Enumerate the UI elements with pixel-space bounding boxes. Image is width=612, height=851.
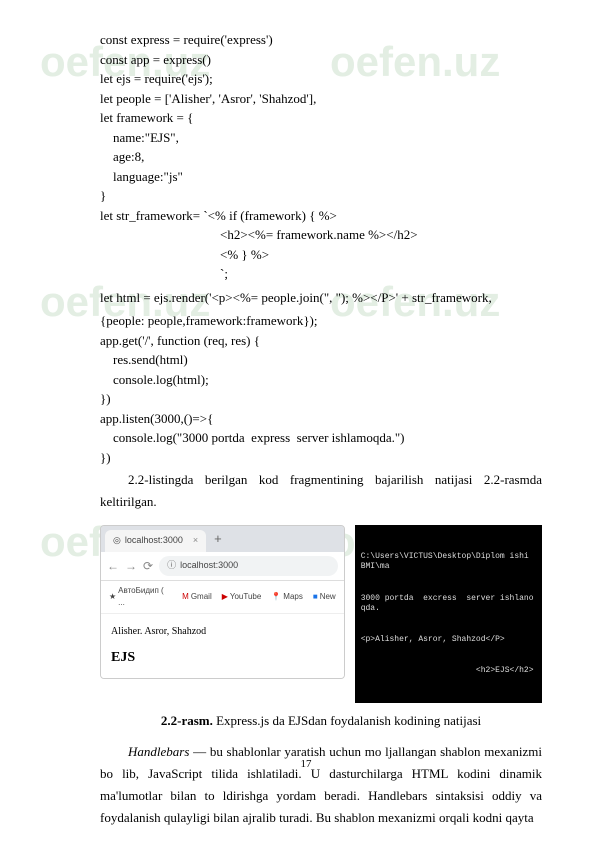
code-line: let framework = {	[100, 108, 542, 128]
code-line: <h2><%= framework.name %></h2>	[100, 225, 542, 245]
paragraph: 2.2-listingda berilgan kod fragmentining…	[100, 469, 542, 513]
url-text: localhost:3000	[180, 559, 238, 573]
bookmark-item: ■New	[313, 585, 336, 609]
browser-screenshot: ◎ localhost:3000 × + ← → ⟳ ⓘ localhost:3…	[100, 525, 345, 679]
page-heading: EJS	[111, 647, 334, 668]
code-line: {people: people,framework:framework});	[100, 311, 542, 331]
figure-caption: 2.2-rasm. Express.js da EJSdan foydalani…	[100, 711, 542, 731]
terminal-line: 3000 portda excress server ishlanoqda.	[361, 594, 536, 615]
code-line: const app = express()	[100, 50, 542, 70]
code-line: let html = ejs.render('<p><%= people.joi…	[100, 288, 542, 308]
code-line: })	[100, 448, 542, 468]
page-content: const express = require('express') const…	[0, 0, 612, 851]
bookmark-item: MGmail	[182, 585, 212, 609]
tab-title: localhost:3000	[125, 534, 183, 548]
code-line: const express = require('express')	[100, 30, 542, 50]
bookmark-item: ▶YouTube	[222, 585, 262, 609]
code-line: `;	[100, 264, 542, 284]
back-icon: ←	[107, 557, 119, 575]
code-line: let ejs = require('ejs');	[100, 69, 542, 89]
code-line: res.send(html)	[100, 350, 542, 370]
browser-page-body: Alisher. Asror, Shahzod EJS	[101, 614, 344, 678]
code-line: age:8,	[100, 147, 542, 167]
code-line: <% } %>	[100, 245, 542, 265]
code-line: }	[100, 186, 542, 206]
close-icon: ×	[193, 534, 198, 548]
code-line: console.log(html);	[100, 370, 542, 390]
terminal-line: <h2>EJS</h2>	[361, 666, 536, 676]
info-icon: ⓘ	[167, 559, 176, 573]
browser-url-bar: ← → ⟳ ⓘ localhost:3000	[101, 552, 344, 581]
bookmark-item: 📍Maps	[271, 585, 303, 609]
new-tab-icon: +	[214, 529, 222, 549]
tab-favicon: ◎	[113, 534, 121, 548]
bookmark-item: ★AвтоБидип ( ...	[109, 585, 172, 609]
terminal-line: <p>Alisher, Asror, Shahzod</P>	[361, 635, 536, 645]
terminal-line: C:\Users\VICTUS\Desktop\Diplom ishi BMI\…	[361, 552, 536, 573]
code-line: name:"EJS",	[100, 128, 542, 148]
code-line: let str_framework= `<% if (framework) { …	[100, 206, 542, 226]
browser-tab-bar: ◎ localhost:3000 × +	[101, 526, 344, 552]
browser-tab: ◎ localhost:3000 ×	[105, 530, 206, 552]
page-text: Alisher. Asror, Shahzod	[111, 624, 334, 639]
code-line: app.get('/', function (req, res) {	[100, 331, 542, 351]
code-line: language:"js"	[100, 167, 542, 187]
code-line: let people = ['Alisher', 'Asror', 'Shahz…	[100, 89, 542, 109]
reload-icon: ⟳	[143, 557, 153, 575]
screenshot-row: ◎ localhost:3000 × + ← → ⟳ ⓘ localhost:3…	[100, 525, 542, 703]
terminal-screenshot: C:\Users\VICTUS\Desktop\Diplom ishi BMI\…	[355, 525, 542, 703]
code-line: })	[100, 389, 542, 409]
forward-icon: →	[125, 557, 137, 575]
url-field: ⓘ localhost:3000	[159, 556, 338, 576]
paragraph: Handlebars — bu shablonlar yaratish uchu…	[100, 741, 542, 829]
code-line: console.log("3000 portda express server …	[100, 428, 542, 448]
code-line: app.listen(3000,()=>{	[100, 409, 542, 429]
bookmarks-bar: ★AвтоБидип ( ... MGmail ▶YouTube 📍Maps ■…	[101, 581, 344, 614]
